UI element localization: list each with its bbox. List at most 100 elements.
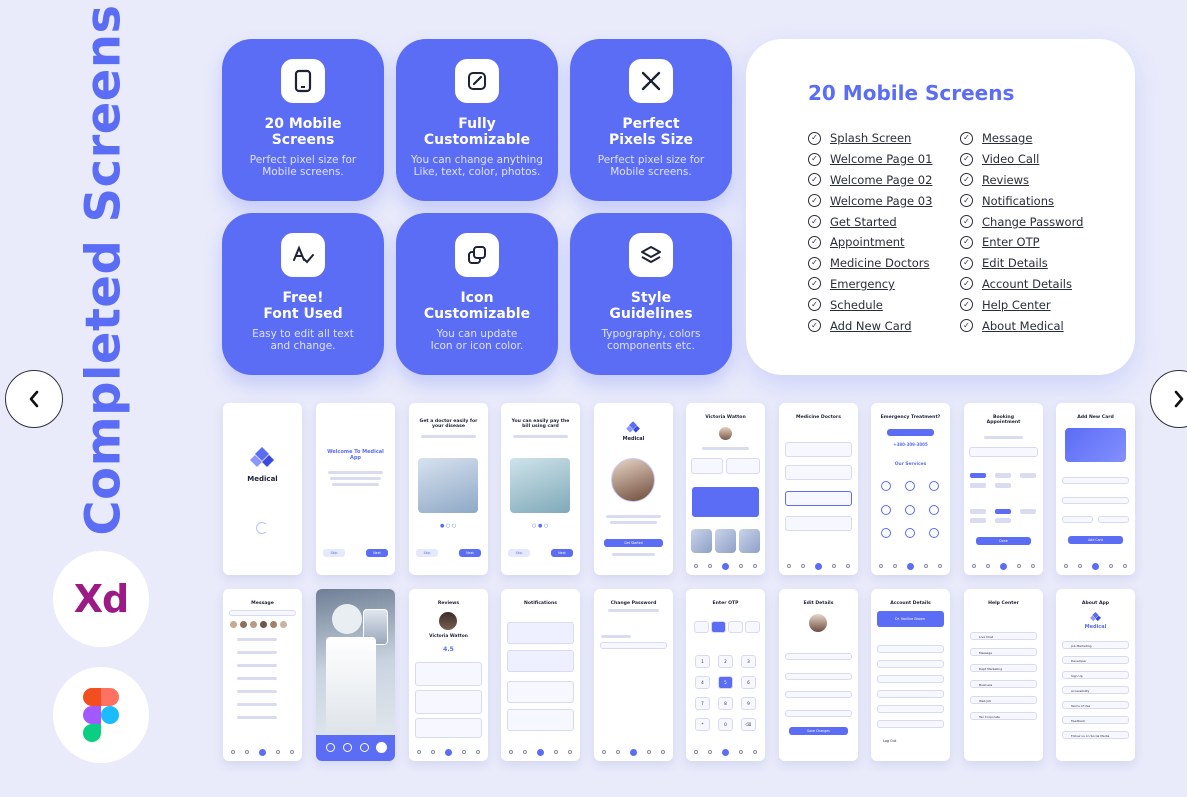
account-menu-item[interactable] [877, 720, 944, 728]
skip-button[interactable]: Skip [508, 549, 530, 557]
account-menu-item[interactable] [877, 690, 944, 698]
service-icon[interactable] [881, 505, 891, 515]
doctor-row[interactable] [785, 442, 852, 457]
list-item[interactable]: ✓ Add New Card [808, 315, 932, 336]
mockup-message[interactable]: Message [223, 589, 302, 761]
expiry-field[interactable] [1062, 516, 1093, 523]
account-menu-item[interactable] [877, 675, 944, 683]
mockup-help-center[interactable]: Help Center Live Chat Message Dept Marketi… [964, 589, 1043, 761]
chat-row[interactable] [237, 716, 277, 719]
otp-key[interactable]: 8 [718, 697, 733, 710]
mockup-edit-details[interactable]: Edit Details Save Changes [779, 589, 858, 761]
menu-item[interactable]: Web Job [970, 696, 1037, 704]
menu-item[interactable]: Feedback [1062, 716, 1129, 724]
mockup-add-new-card[interactable]: Add New Card Add Card [1056, 403, 1135, 575]
otp-key[interactable]: 3 [741, 655, 756, 668]
skip-button[interactable]: Skip [416, 549, 438, 557]
otp-box[interactable] [745, 621, 760, 633]
time-slot-selected[interactable] [970, 473, 986, 478]
menu-item[interactable]: Job Marketing [1062, 641, 1129, 649]
mockup-schedule[interactable]: Booking Appointment Done [964, 403, 1043, 575]
otp-box-active[interactable] [711, 621, 726, 633]
time-slot[interactable] [970, 509, 986, 514]
menu-item[interactable]: Developer [1062, 656, 1129, 664]
otp-key[interactable]: 5 [718, 676, 733, 689]
menu-item[interactable]: Sign Up [1062, 671, 1129, 679]
mockup-notifications[interactable]: Notifications [501, 589, 580, 761]
service-icon[interactable] [929, 528, 939, 538]
previous-button[interactable] [5, 370, 63, 428]
menu-item[interactable]: Tax Corporate [970, 712, 1037, 720]
list-item[interactable]: ✓ Welcome Page 03 [808, 190, 932, 211]
mockup-emergency[interactable]: Emergency Treatment? +380-309-3005 Our S… [871, 403, 950, 575]
mockup-get-started[interactable]: Medical Get Started [594, 403, 673, 575]
service-icon[interactable] [881, 481, 891, 491]
list-item[interactable]: ✓ Splash Screen [808, 128, 932, 149]
mockup-medicine-doctors[interactable]: Medicine Doctors [779, 403, 858, 575]
time-slot-selected[interactable] [995, 509, 1011, 514]
call-button[interactable] [887, 429, 934, 436]
service-icon[interactable] [905, 528, 915, 538]
mockup-splash-screen[interactable]: Medical [223, 403, 302, 575]
list-item[interactable]: ✓ Schedule [808, 294, 932, 315]
list-item[interactable]: ✓ Edit Details [960, 253, 1083, 274]
done-button[interactable]: Done [976, 537, 1031, 545]
card-number-field[interactable] [1062, 497, 1129, 504]
time-slot[interactable] [995, 473, 1011, 478]
account-menu-item[interactable] [877, 645, 944, 653]
skip-button[interactable]: Skip [323, 549, 345, 557]
notification-item[interactable] [507, 681, 574, 703]
mockup-welcome-02[interactable]: Get a doctor easily for your disease ● ○… [409, 403, 488, 575]
notification-item[interactable] [507, 622, 574, 644]
camera-toggle-icon[interactable] [326, 743, 335, 752]
next-button-mock[interactable]: Next [551, 549, 573, 557]
time-slot[interactable] [970, 483, 986, 488]
list-item[interactable]: ✓ Account Details [960, 274, 1083, 295]
service-icon[interactable] [905, 505, 915, 515]
add-card-button[interactable]: Add Card [1068, 536, 1123, 544]
mockup-about-app[interactable]: About App Medical Job Marketing Developer… [1056, 589, 1135, 761]
otp-key[interactable]: 0 [718, 718, 733, 731]
doctor-row[interactable] [785, 465, 852, 480]
list-item[interactable]: ✓ Message [960, 128, 1083, 149]
otp-key[interactable]: ⌫ [741, 718, 756, 731]
next-button-mock[interactable]: Next [366, 549, 388, 557]
otp-key[interactable]: 9 [741, 697, 756, 710]
cvv-field[interactable] [1098, 516, 1129, 523]
time-slot[interactable] [995, 483, 1011, 488]
save-changes-button[interactable]: Save Changes [789, 727, 848, 735]
otp-key[interactable]: * [695, 718, 710, 731]
doctor-card[interactable] [726, 458, 760, 474]
otp-key[interactable]: 4 [695, 676, 710, 689]
menu-item[interactable]: Accessibility [1062, 686, 1129, 694]
doctor-card-selected[interactable] [692, 487, 759, 517]
menu-item[interactable]: Follow us on Social Media [1062, 731, 1129, 739]
chat-row[interactable] [237, 664, 277, 667]
account-menu-item[interactable] [877, 660, 944, 668]
service-icon[interactable] [929, 481, 939, 491]
speaker-toggle-icon[interactable] [360, 743, 369, 752]
logout-link[interactable]: Log Out [883, 739, 896, 743]
dob-field[interactable] [785, 710, 852, 717]
otp-key[interactable]: 2 [718, 655, 733, 668]
mockup-change-password[interactable]: Change Password [594, 589, 673, 761]
list-item[interactable]: ✓ Appointment [808, 232, 932, 253]
list-item[interactable]: ✓ Change Password [960, 211, 1083, 232]
time-slot[interactable] [970, 518, 986, 523]
mockup-appointment[interactable]: Victoria Watton [686, 403, 765, 575]
get-started-button[interactable]: Get Started [604, 539, 663, 547]
phone-field[interactable] [785, 691, 852, 698]
otp-key[interactable]: 6 [741, 676, 756, 689]
otp-box[interactable] [694, 621, 709, 633]
email-field[interactable] [785, 673, 852, 680]
list-item[interactable]: ✓ Video Call [960, 149, 1083, 170]
list-item[interactable]: ✓ Welcome Page 01 [808, 149, 932, 170]
chat-row[interactable] [237, 703, 277, 706]
chat-row[interactable] [237, 677, 277, 680]
search-field[interactable] [229, 610, 296, 616]
list-item[interactable]: ✓ Get Started [808, 211, 932, 232]
mockup-reviews[interactable]: Reviews Victoria Watton 4.5 [409, 589, 488, 761]
chat-row[interactable] [237, 651, 277, 654]
menu-item[interactable]: Business [970, 680, 1037, 688]
chat-row[interactable] [237, 690, 277, 693]
